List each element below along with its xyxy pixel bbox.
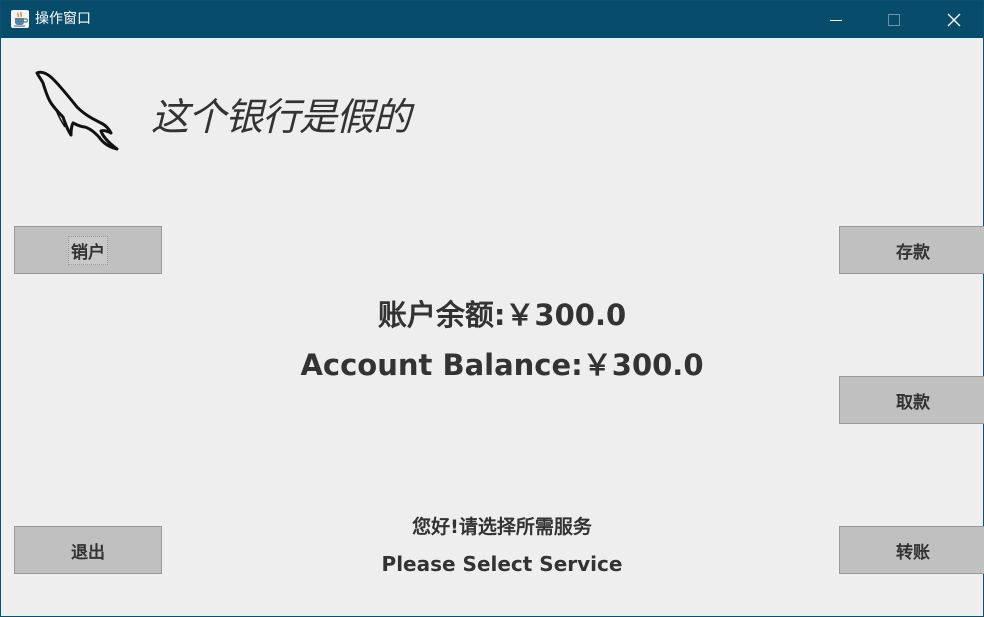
java-cup-icon: [11, 10, 29, 28]
balance-label-cn: 账户余额:￥300.0: [377, 298, 627, 332]
deposit-button[interactable]: 存款: [839, 226, 984, 274]
service-prompt-en: Please Select Service: [381, 552, 623, 576]
close-account-label: 销户: [68, 235, 108, 265]
balance-label-en: Account Balance:￥300.0: [300, 348, 704, 382]
minimize-button[interactable]: [807, 1, 865, 38]
withdraw-label: 取款: [896, 392, 930, 413]
close-account-button[interactable]: 销户: [14, 226, 162, 274]
minimize-icon: [830, 19, 842, 21]
title-bar[interactable]: 操作窗口: [1, 1, 983, 38]
bank-slogan: 这个银行是假的: [151, 95, 411, 139]
close-button[interactable]: [925, 1, 983, 38]
service-prompt-cn: 您好!请选择所需服务: [412, 516, 592, 538]
main-window: 操作窗口 这个银行是假的 销户 退出 存款 取款 转账 账户余额:￥300.0 …: [0, 0, 984, 617]
deposit-label: 存款: [896, 242, 930, 263]
dolphin-logo-icon: [35, 70, 119, 151]
maximize-button[interactable]: [865, 1, 923, 38]
window-title: 操作窗口: [35, 11, 91, 27]
close-icon: [947, 13, 961, 26]
maximize-icon: [888, 13, 900, 26]
